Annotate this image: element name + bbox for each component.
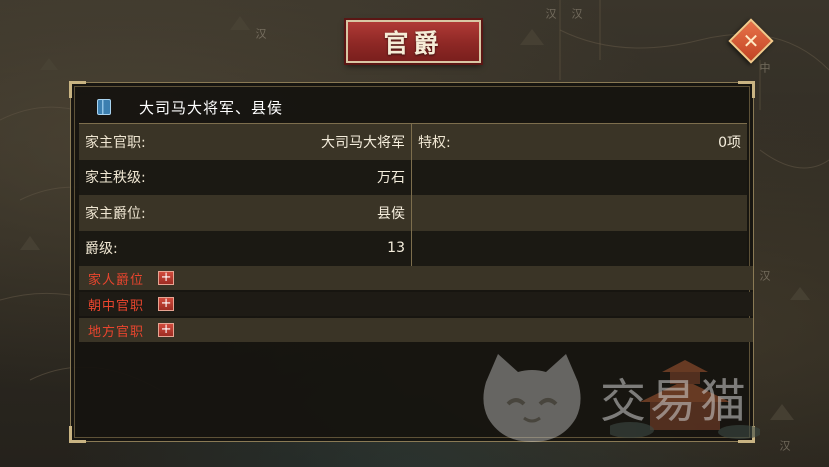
section-label: 家人爵位 bbox=[88, 272, 145, 288]
expand-plus-button[interactable]: + bbox=[158, 271, 175, 285]
rank-title: 大司马大将军、县侯 bbox=[139, 98, 284, 117]
page-title: 官爵 bbox=[383, 28, 444, 58]
map-place-label: 汉 bbox=[778, 440, 791, 452]
stat-value: 13 bbox=[387, 240, 405, 257]
privilege-column: 特权: 0项 bbox=[412, 124, 747, 266]
expand-plus-button[interactable]: + bbox=[158, 297, 175, 311]
stat-row-rank-level: 爵级: 13 bbox=[79, 230, 411, 266]
privilege-empty-row bbox=[412, 230, 747, 266]
map-place-label: 汉 bbox=[544, 8, 557, 20]
close-x-icon: ✕ bbox=[742, 29, 760, 53]
stat-row-office: 家主官职: 大司马大将军 bbox=[79, 124, 411, 160]
privilege-empty-row bbox=[412, 195, 747, 231]
section-court-offices[interactable]: 朝中官职 + bbox=[79, 292, 753, 316]
corner-ornament bbox=[69, 426, 86, 443]
section-label: 朝中官职 bbox=[88, 298, 145, 314]
privilege-row: 特权: 0项 bbox=[412, 124, 747, 160]
info-grid: 家主官职: 大司马大将军 家主秩级: 万石 家主爵位: 县侯 爵级: 13 特权… bbox=[79, 123, 747, 267]
title-plaque: 官爵 bbox=[346, 20, 481, 63]
stat-label: 家主秩级: bbox=[85, 170, 146, 187]
panel-header: 大司马大将军、县侯 bbox=[79, 93, 745, 121]
book-icon bbox=[97, 99, 111, 115]
stat-label: 家主官职: bbox=[85, 134, 146, 151]
privilege-value: 0项 bbox=[718, 134, 741, 151]
privilege-label: 特权: bbox=[418, 134, 451, 151]
stat-label: 爵级: bbox=[85, 241, 118, 258]
stat-label: 家主爵位: bbox=[85, 205, 146, 222]
stat-value: 万石 bbox=[377, 170, 405, 187]
stat-value: 县侯 bbox=[377, 205, 405, 222]
map-place-label: 汉 bbox=[254, 28, 267, 40]
map-place-label: 中 bbox=[758, 62, 771, 74]
section-label: 地方官职 bbox=[88, 324, 145, 340]
stats-column: 家主官职: 大司马大将军 家主秩级: 万石 家主爵位: 县侯 爵级: 13 bbox=[79, 124, 412, 266]
map-place-label: 汉 bbox=[758, 270, 771, 282]
stat-row-salary: 家主秩级: 万石 bbox=[79, 159, 411, 195]
stat-row-title: 家主爵位: 县侯 bbox=[79, 195, 411, 231]
section-local-offices[interactable]: 地方官职 + bbox=[79, 318, 753, 342]
stat-value: 大司马大将军 bbox=[321, 134, 405, 151]
section-family-titles[interactable]: 家人爵位 + bbox=[79, 266, 753, 290]
expand-plus-button[interactable]: + bbox=[158, 323, 175, 337]
map-place-label: 汉 bbox=[570, 8, 583, 20]
palace-illustration bbox=[610, 360, 760, 439]
privilege-empty-row bbox=[412, 159, 747, 195]
